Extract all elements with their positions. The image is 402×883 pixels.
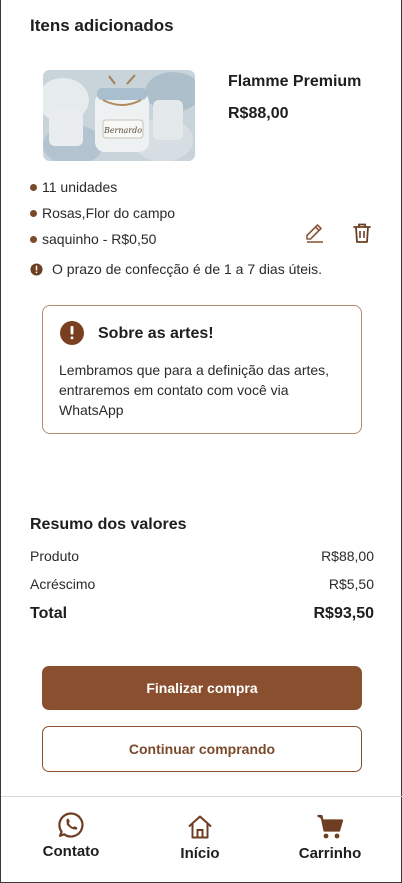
summary-row-extra: Acréscimo R$5,50	[30, 576, 374, 592]
summary-label: Produto	[30, 548, 80, 564]
total-value: R$93,50	[313, 605, 375, 622]
cart-screen: Itens adicionados Bernardo Flamme Premiu…	[0, 0, 402, 883]
art-notice-text: Lembramos que para a definição das artes…	[59, 362, 330, 418]
nav-item-carrinho[interactable]: Carrinho	[290, 813, 370, 862]
summary-value: R$88,00	[321, 548, 374, 564]
nav-label: Carrinho	[298, 845, 362, 862]
product-image: Bernardo	[43, 70, 195, 161]
summary-label: Acréscimo	[30, 576, 96, 592]
summary-title: Resumo dos valores	[30, 516, 187, 533]
summary-row-total: Total R$93,50	[30, 605, 374, 623]
product-details: 11 unidades Rosas,Flor do campo saquinho…	[30, 174, 175, 252]
cart-icon	[317, 814, 344, 839]
total-label: Total	[30, 605, 68, 622]
continue-shopping-button[interactable]: Continuar comprando	[42, 726, 362, 772]
delete-item-button[interactable]	[350, 221, 374, 245]
summary-value: R$5,50	[328, 576, 374, 592]
art-notice-card: Sobre as artes! Lembramos que para a def…	[42, 305, 362, 434]
checkout-button[interactable]: Finalizar compra	[42, 666, 362, 710]
product-name: Flamme Premium	[228, 73, 362, 90]
product-price: R$88,00	[228, 105, 289, 122]
svg-text:Bernardo: Bernardo	[103, 126, 142, 135]
nav-label: Contato	[42, 843, 100, 860]
nav-item-contato[interactable]: Contato	[31, 811, 111, 860]
bottom-nav: Contato Início Carrinho	[1, 796, 402, 883]
bullet-icon	[30, 209, 37, 217]
trash-icon	[353, 223, 371, 243]
detail-label: 11 unidades	[42, 179, 118, 195]
info-icon	[30, 262, 43, 276]
home-icon	[188, 815, 212, 839]
summary-row-product: Produto R$88,00	[30, 548, 374, 564]
detail-flowers: Rosas,Flor do campo	[30, 200, 175, 226]
bullet-icon	[30, 235, 37, 243]
info-icon	[60, 321, 84, 345]
deadline-note: O prazo de confecção é de 1 a 7 dias úte…	[30, 261, 322, 277]
nav-label: Início	[180, 845, 220, 862]
edit-item-button[interactable]	[303, 221, 327, 245]
section-title: Itens adicionados	[30, 16, 174, 35]
detail-label: Rosas,Flor do campo	[42, 205, 176, 221]
art-notice-title: Sobre as artes!	[98, 325, 214, 342]
detail-packaging: saquinho - R$0,50	[30, 226, 175, 252]
detail-label: saquinho - R$0,50	[42, 231, 157, 247]
pencil-icon	[306, 224, 323, 243]
nav-item-inicio[interactable]: Início	[160, 813, 240, 862]
deadline-text: O prazo de confecção é de 1 a 7 dias úte…	[52, 261, 323, 277]
detail-quantity: 11 unidades	[30, 174, 175, 200]
whatsapp-icon	[58, 812, 84, 838]
bullet-icon	[30, 183, 37, 191]
